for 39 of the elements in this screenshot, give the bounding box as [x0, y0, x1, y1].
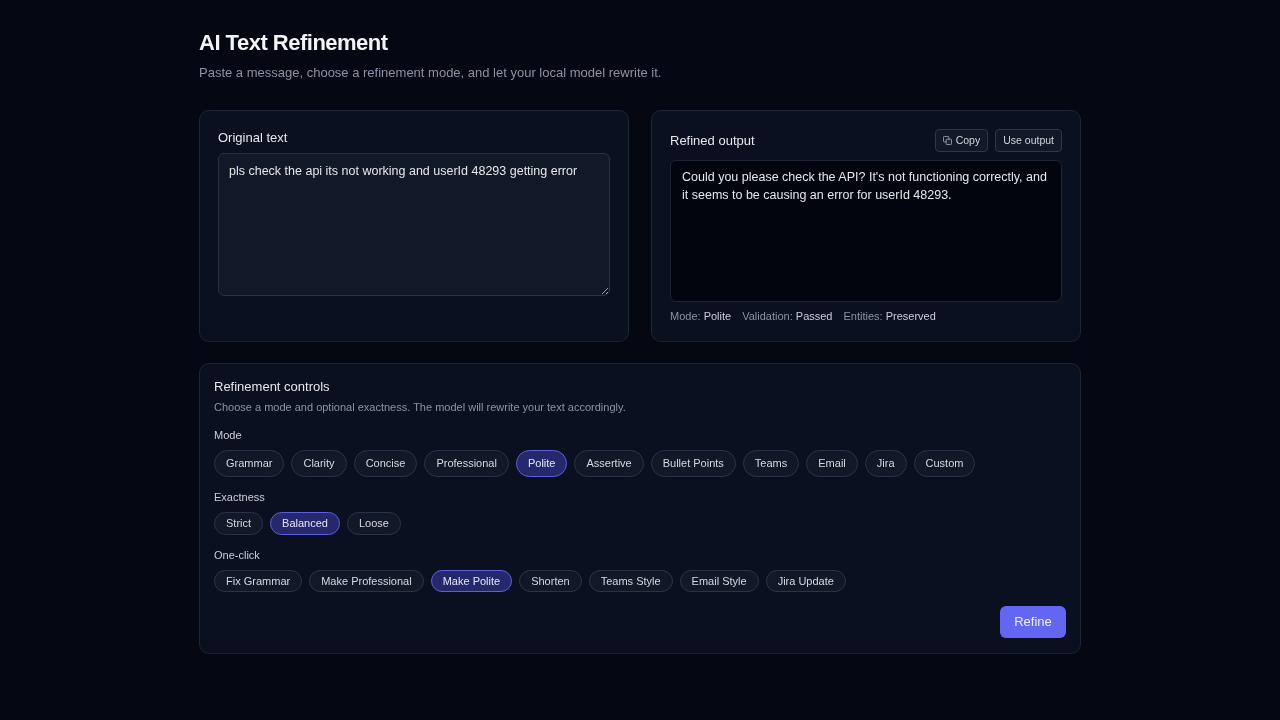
preset-chip[interactable]: Fix Grammar	[214, 570, 303, 592]
panel-description: Choose a mode and optional exactness. The model will rewrite your text accordingly.	[214, 400, 627, 415]
option-chip[interactable]: Assertive	[574, 450, 644, 477]
status-text: Entities: Preserved	[843, 310, 936, 323]
copy-button[interactable]: Copy	[934, 129, 989, 152]
preset-chip[interactable]: Jira Update	[765, 570, 846, 592]
option-chip[interactable]: Bullet Points	[650, 450, 736, 477]
refine-button[interactable]: Refine	[1000, 606, 1066, 638]
copy-icon	[942, 136, 952, 145]
option-chip[interactable]: Strict	[214, 512, 264, 535]
page-subtitle: Paste a message, choose a refinement mode, and let your local model rewrite it.	[199, 64, 663, 81]
option-chip[interactable]: Email	[806, 450, 858, 477]
status-text: Validation: Passed	[742, 310, 833, 323]
option-chip[interactable]: Grammar	[214, 450, 285, 477]
original-text-field[interactable]: pls check the api its not working and userId 48293 getting error	[218, 153, 610, 296]
option-chip[interactable]: Clarity	[291, 450, 347, 477]
option-chip[interactable]: Custom	[913, 450, 976, 477]
page-title: AI Text Refinement	[199, 30, 389, 56]
option-chip[interactable]: Loose	[346, 512, 401, 535]
option-chip[interactable]: Professional	[424, 450, 509, 477]
option-chip[interactable]: Concise	[353, 450, 418, 477]
option-chip[interactable]: Teams	[742, 450, 800, 477]
option-chip[interactable]: Jira	[864, 450, 907, 477]
preset-chip[interactable]: Shorten	[519, 570, 582, 592]
section-label: One-click	[214, 548, 261, 563]
option-chip[interactable]: Balanced	[270, 512, 340, 535]
panel-title: Refinement controls	[214, 378, 331, 396]
use-output-button[interactable]: Use output	[995, 129, 1062, 152]
status-text: Mode: Polite	[670, 310, 732, 323]
section-label: Exactness	[214, 490, 266, 505]
section-label: Mode	[214, 428, 243, 443]
preset-chip[interactable]: Teams Style	[588, 570, 673, 592]
preset-chip[interactable]: Make Polite	[430, 570, 513, 592]
panel-title: Original text	[218, 129, 289, 147]
preset-chip[interactable]: Make Professional	[309, 570, 424, 592]
panel-title: Refined output	[670, 131, 755, 150]
refined-output-field: Could you please check the API? It's not functioning correctly, and it seems to be causing an error for userId 48293.	[670, 160, 1062, 302]
preset-chip[interactable]: Email Style	[679, 570, 759, 592]
option-chip[interactable]: Polite	[515, 450, 568, 477]
